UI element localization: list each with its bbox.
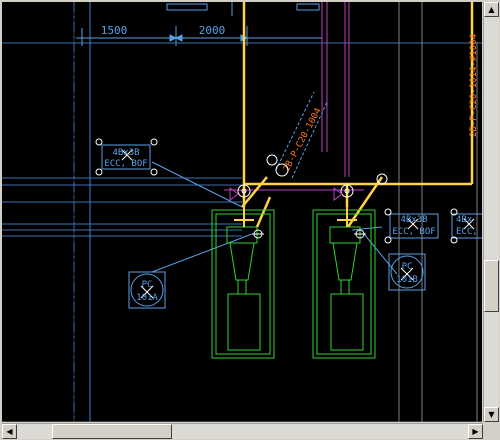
grip-circle	[95, 168, 103, 176]
vertical-scrollbar[interactable]: ▲ ▼	[483, 2, 499, 422]
pump-left-outline	[211, 209, 275, 359]
dim-arrow	[174, 34, 183, 42]
pump-markers	[252, 229, 366, 239]
pump-left-motor-top	[226, 226, 258, 244]
grip-circle	[150, 138, 158, 146]
scroll-down-button[interactable]: ▼	[484, 407, 499, 422]
dim-top-box-2	[296, 3, 320, 11]
scroll-right-button[interactable]: ▶	[468, 424, 483, 439]
pump-right-neck	[340, 279, 350, 295]
tag-far-line1: 4Bx	[456, 215, 473, 225]
dim-top-box	[166, 3, 208, 11]
pipe-line-label: 2B-P-C20-1014-#1004	[469, 34, 479, 137]
scroll-left-button[interactable]: ◀	[2, 424, 17, 439]
pump-right-body	[332, 242, 358, 281]
grip-circle	[384, 208, 392, 216]
pump-left-body	[229, 242, 255, 281]
tag-left-line1: 4Bx3B	[112, 148, 139, 158]
down-arrow-icon: ▼	[488, 410, 495, 419]
pump-tag-left[interactable]: PC 101A	[128, 271, 166, 309]
pump-left-line2: 101A	[136, 293, 158, 303]
pump-right-base	[330, 293, 364, 351]
dimension-2000: 2000	[199, 24, 226, 37]
tag-left-line2: ECC, BOF	[104, 159, 147, 169]
grip-circle	[150, 168, 158, 176]
tag-far-line2: ECC,	[456, 227, 478, 237]
scroll-up-button[interactable]: ▲	[484, 2, 499, 17]
diagonal-pipe: 2B-P-C20-1004	[275, 91, 328, 179]
diagonal-pipe-label: 2B-P-C20-1004	[282, 107, 324, 174]
pump-right	[312, 209, 376, 359]
leader-line	[151, 233, 253, 273]
pump-left-base	[227, 293, 261, 351]
yellow-pipe-angle-3	[255, 196, 272, 228]
drawing-canvas[interactable]: 1500 2000 2B-P-C20-1004 2B-P-C20-1014-#1…	[2, 2, 482, 422]
horizontal-scrollbar[interactable]: ◀ ▶	[2, 423, 483, 439]
cad-drawing: 1500 2000 2B-P-C20-1004 2B-P-C20-1014-#1…	[2, 2, 482, 422]
tag-right-line2: ECC, BOF	[392, 227, 435, 237]
scrollbar-corner	[483, 423, 498, 438]
pump-left	[211, 209, 275, 359]
tag-reducer-left[interactable]: 4Bx3B ECC, BOF	[95, 138, 158, 176]
tag-reducer-right[interactable]: 4Bx3B ECC, BOF	[384, 208, 439, 244]
grid-lines	[2, 2, 482, 422]
right-arrow-icon: ▶	[472, 427, 479, 436]
pipe-fittings	[237, 154, 388, 198]
vertical-scroll-thumb[interactable]	[484, 260, 499, 312]
dimension-1500: 1500	[101, 24, 128, 37]
cad-window: 1500 2000 2B-P-C20-1004 2B-P-C20-1014-#1…	[0, 0, 500, 440]
grip-circle	[384, 236, 392, 244]
grip-circle	[95, 138, 103, 146]
pump-tag-right[interactable]: PC 101B	[388, 253, 426, 291]
fitting-circle	[266, 154, 278, 166]
left-arrow-icon: ◀	[6, 427, 13, 436]
pump-left-neck	[237, 279, 247, 295]
pump-right-line1: PC	[402, 262, 413, 272]
horizontal-scroll-thumb[interactable]	[52, 424, 172, 439]
pump-left-line1: PC	[142, 280, 153, 290]
up-arrow-icon: ▲	[488, 5, 495, 14]
tag-right-line1: 4Bx3B	[400, 215, 427, 225]
yellow-pipes	[241, 2, 474, 228]
pump-right-outline	[312, 209, 376, 359]
pump-right-line2: 101B	[396, 275, 418, 285]
